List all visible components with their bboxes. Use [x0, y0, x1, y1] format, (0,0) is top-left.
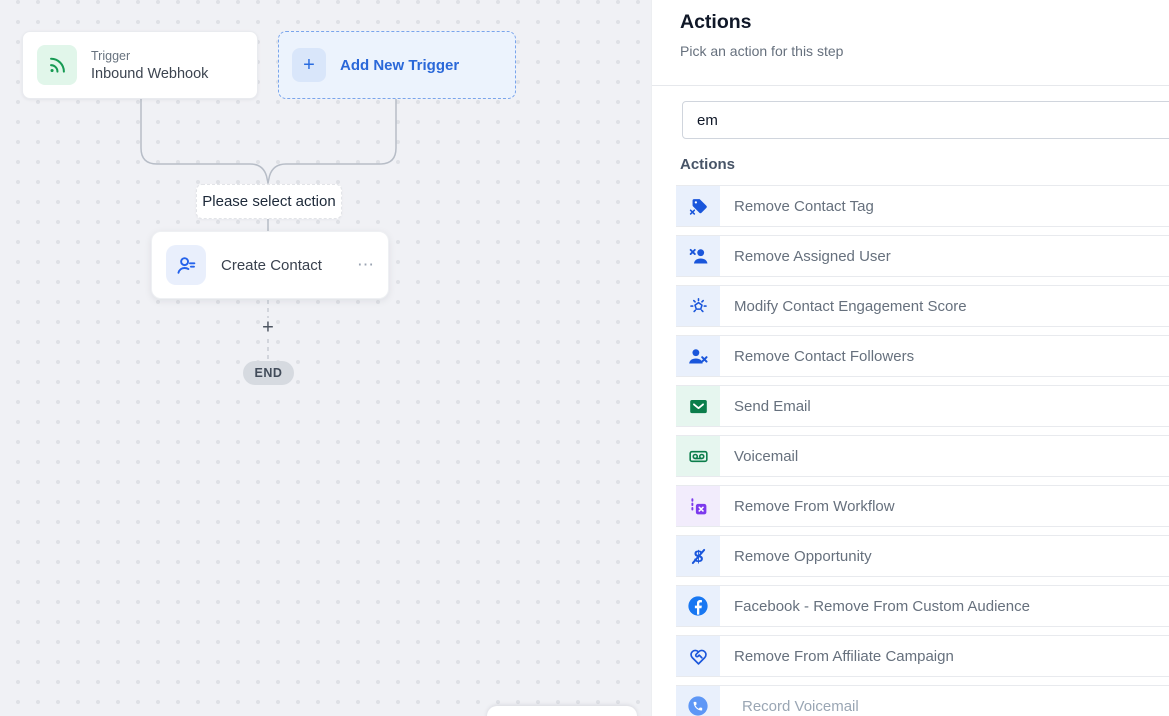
action-item-record-voicemail[interactable]: Record Voicemail: [676, 685, 1169, 716]
action-item-remove-contact-followers[interactable]: Remove Contact Followers: [676, 335, 1169, 377]
add-step-button[interactable]: +: [262, 318, 274, 338]
add-new-trigger-button[interactable]: + Add New Trigger: [278, 31, 516, 99]
create-contact-label: Create Contact: [221, 257, 322, 274]
action-item-label: Remove From Workflow: [720, 486, 895, 526]
create-contact-node[interactable]: Create Contact ⋯: [151, 231, 389, 299]
actions-panel: Actions Pick an action for this step Act…: [651, 0, 1169, 716]
action-search-input[interactable]: [682, 101, 1169, 139]
remove-affiliate-icon: [676, 636, 720, 676]
actions-section-label: Actions: [680, 157, 1169, 172]
create-contact-icon: [166, 245, 206, 285]
remove-opportunity-icon: $: [676, 536, 720, 576]
trigger-node-name: Inbound Webhook: [91, 66, 208, 82]
plus-icon: +: [292, 48, 326, 82]
action-item-label: Remove From Affiliate Campaign: [720, 636, 954, 676]
remove-tag-icon: [676, 186, 720, 226]
action-item-label: Send Email: [720, 386, 811, 426]
action-item-remove-from-affiliate-campaign[interactable]: Remove From Affiliate Campaign: [676, 635, 1169, 677]
inbound-webhook-icon: [37, 45, 77, 85]
end-badge-text: END: [255, 366, 283, 380]
action-item-remove-from-workflow[interactable]: Remove From Workflow: [676, 485, 1169, 527]
panel-title: Actions: [680, 11, 1141, 34]
panel-subtitle: Pick an action for this step: [680, 43, 1141, 60]
trigger-node-kind: Trigger: [91, 49, 208, 63]
action-item-remove-contact-tag[interactable]: Remove Contact Tag: [676, 185, 1169, 227]
action-item-voicemail[interactable]: Voicemail: [676, 435, 1169, 477]
remove-followers-icon: [676, 336, 720, 376]
voicemail-icon: [676, 436, 720, 476]
plus-glyph: +: [303, 54, 315, 77]
action-item-label: Remove Contact Tag: [720, 186, 874, 226]
trigger-node[interactable]: Trigger Inbound Webhook: [22, 31, 258, 99]
remove-assigned-user-icon: [676, 236, 720, 276]
action-item-label: Facebook - Remove From Custom Audience: [720, 586, 1030, 626]
action-item-modify-contact-engagement-score[interactable]: Modify Contact Engagement Score: [676, 285, 1169, 327]
workflow-canvas[interactable]: Trigger Inbound Webhook + Add New Trigge…: [0, 0, 651, 716]
node-menu-icon[interactable]: ⋯: [357, 260, 375, 270]
end-badge: END: [243, 361, 294, 385]
engagement-score-icon: [676, 286, 720, 326]
action-item-label: Record Voicemail: [720, 686, 859, 716]
select-action-hint-text: Please select action: [202, 193, 335, 210]
add-new-trigger-label: Add New Trigger: [340, 57, 459, 74]
action-item-label: Remove Contact Followers: [720, 336, 914, 376]
canvas-toolbar-partial: [487, 706, 637, 716]
action-item-label: Remove Opportunity: [720, 536, 872, 576]
record-voicemail-icon: [676, 686, 720, 716]
add-step-plus-glyph: +: [262, 317, 274, 339]
connector-lines: [0, 0, 651, 716]
select-action-hint: Please select action: [196, 184, 342, 219]
action-item-send-email[interactable]: Send Email: [676, 385, 1169, 427]
action-item-label: Voicemail: [720, 436, 798, 476]
panel-divider: [652, 85, 1169, 86]
facebook-icon: [676, 586, 720, 626]
action-item-facebook-remove-from-custom-audience[interactable]: Facebook - Remove From Custom Audience: [676, 585, 1169, 627]
action-item-remove-assigned-user[interactable]: Remove Assigned User: [676, 235, 1169, 277]
send-email-icon: [676, 386, 720, 426]
action-item-label: Modify Contact Engagement Score: [720, 286, 967, 326]
action-item-label: Remove Assigned User: [720, 236, 891, 276]
action-item-remove-opportunity[interactable]: $ Remove Opportunity: [676, 535, 1169, 577]
remove-from-workflow-icon: [676, 486, 720, 526]
actions-list: Remove Contact Tag Remove Assigned User …: [676, 185, 1169, 716]
